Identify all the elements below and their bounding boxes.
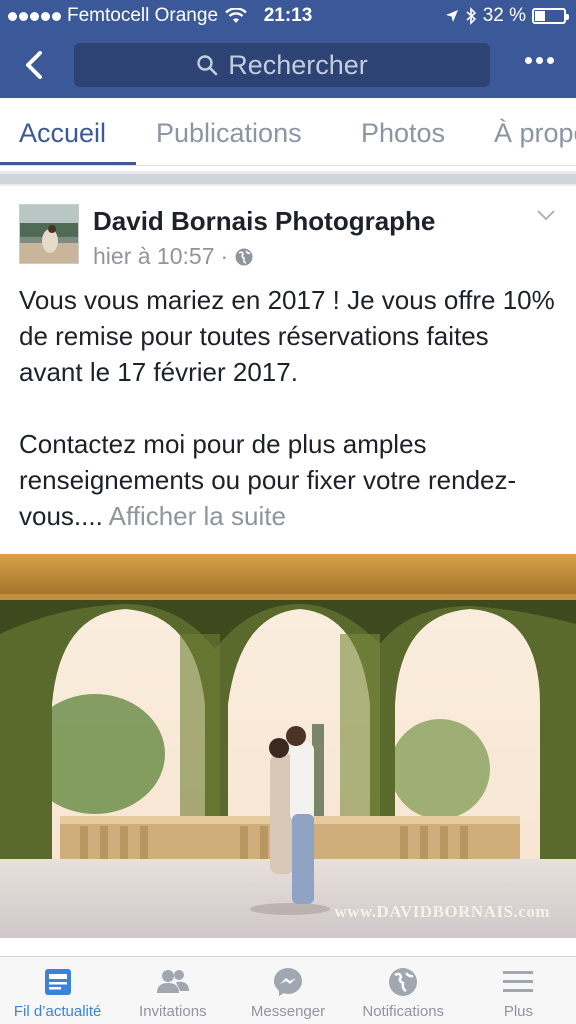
post-options-button[interactable] (536, 208, 556, 226)
post-author[interactable]: David Bornais Photographe (93, 206, 435, 237)
section-separator (0, 166, 576, 186)
battery-percent: 32 % (482, 5, 526, 26)
bottom-tab-messenger[interactable]: Messenger (230, 957, 345, 1024)
news-feed-icon (41, 965, 75, 999)
meta-separator: · (220, 243, 229, 269)
facebook-page-screen: Femtocell Orange 21:13 32 % Rechercher A… (0, 0, 576, 1024)
tab-photos[interactable]: Photos (361, 118, 445, 149)
bluetooth-icon (466, 7, 476, 25)
header: Femtocell Orange 21:13 32 % Rechercher (0, 0, 576, 98)
post-meta: hier à 10:57 · (93, 243, 254, 270)
bottom-tab-bar: Fil d’actualité Invitations Messenger No… (0, 956, 576, 1024)
post-photo[interactable]: www.DAVIDBORNAIS.com (0, 554, 576, 938)
tab-about[interactable]: À propos (494, 118, 576, 149)
bottom-tab-notifications[interactable]: Notifications (346, 957, 461, 1024)
bottom-tab-label: Notifications (362, 1003, 445, 1020)
back-button[interactable] (14, 45, 54, 85)
post-paragraph-2: Contactez moi pour de plus amples rensei… (19, 429, 517, 531)
post-timestamp[interactable]: hier à 10:57 (93, 243, 214, 270)
post-card: David Bornais Photographe hier à 10:57 ·… (0, 186, 576, 956)
tab-home[interactable]: Accueil (19, 118, 106, 149)
bottom-tab-invitations[interactable]: Invitations (115, 957, 230, 1024)
author-avatar[interactable] (19, 204, 79, 264)
bottom-tab-label: Fil d’actualité (13, 1003, 102, 1020)
status-right: 32 % (445, 5, 569, 27)
messenger-icon (271, 965, 305, 999)
more-options-button[interactable] (525, 57, 554, 64)
search-input[interactable]: Rechercher (74, 43, 490, 87)
active-tab-indicator (0, 162, 136, 165)
see-more-link[interactable]: Afficher la suite (109, 501, 286, 531)
location-arrow-icon (445, 10, 458, 22)
globe-notifications-icon (386, 965, 420, 999)
bottom-tab-label: Invitations (139, 1003, 207, 1020)
search-placeholder: Rechercher (228, 49, 368, 80)
wedding-photo-image (0, 554, 576, 938)
bottom-tab-news-feed[interactable]: Fil d’actualité (0, 957, 115, 1024)
post-text: Vous vous mariez en 2017 ! Je vous offre… (19, 282, 559, 534)
tab-publications[interactable]: Publications (156, 118, 302, 149)
bottom-tab-more[interactable]: Plus (461, 957, 576, 1024)
menu-icon (501, 965, 535, 999)
photo-watermark: www.DAVIDBORNAIS.com (334, 902, 550, 921)
search-icon (197, 55, 218, 76)
status-bar: Femtocell Orange 21:13 32 % (0, 0, 576, 32)
top-nav: Rechercher (0, 32, 576, 98)
page-tabs: Accueil Publications Photos À propos (0, 98, 576, 166)
bottom-tab-label: Messenger (250, 1003, 326, 1020)
friends-icon (156, 965, 190, 999)
post-paragraph-1: Vous vous mariez en 2017 ! Je vous offre… (19, 285, 555, 387)
battery-icon (532, 8, 569, 24)
bottom-tab-label: Plus (503, 1003, 533, 1020)
chevron-down-icon (537, 210, 555, 221)
chevron-left-icon (26, 51, 42, 79)
globe-icon (235, 248, 253, 265)
